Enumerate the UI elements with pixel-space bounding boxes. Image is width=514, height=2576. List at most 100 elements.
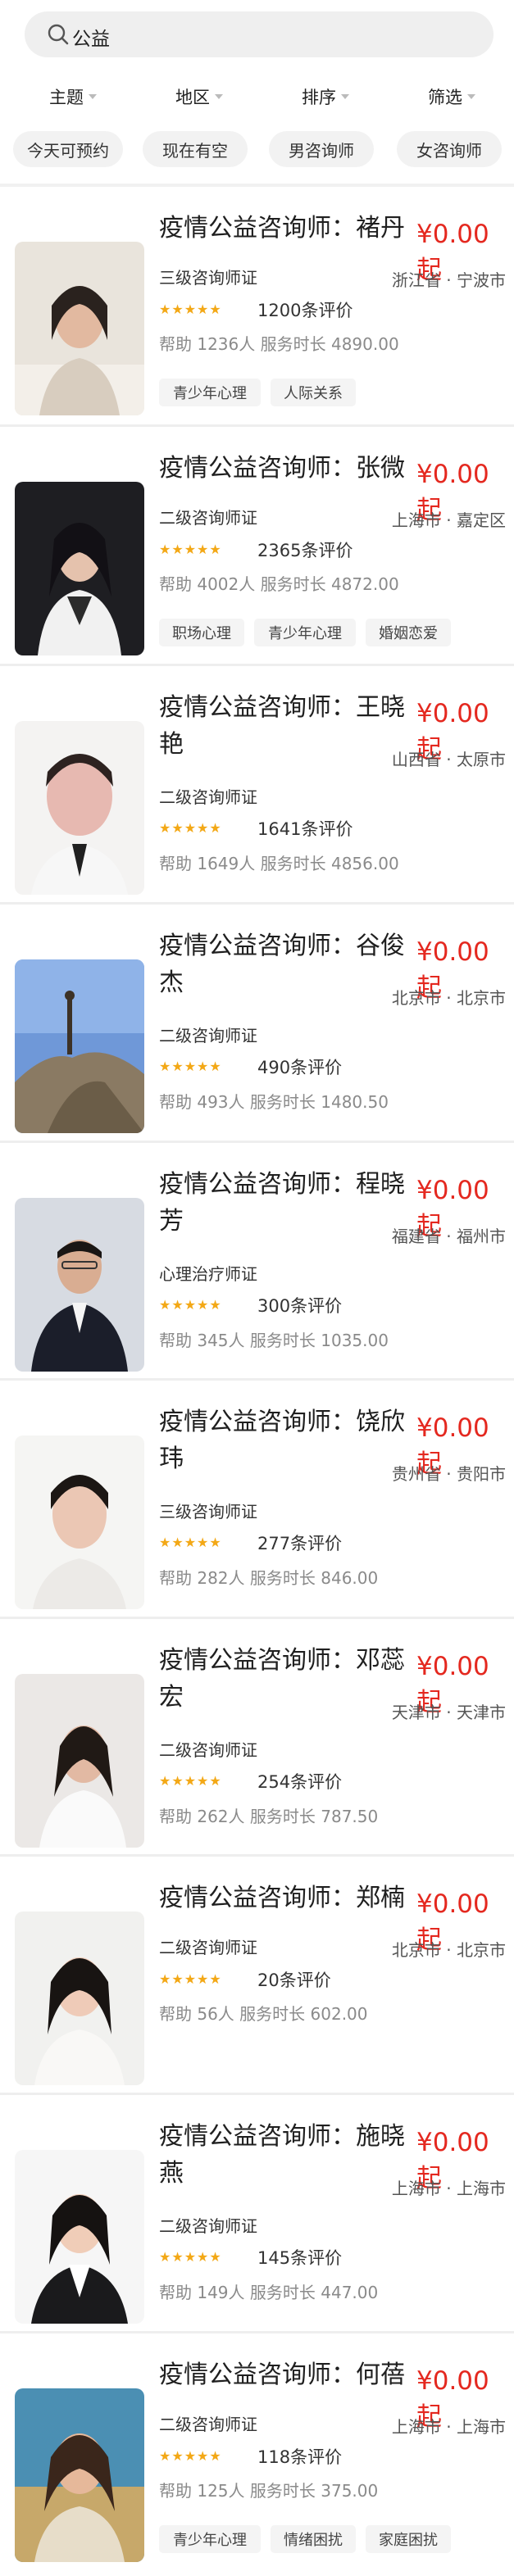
- filter-topic[interactable]: 主题: [49, 80, 97, 113]
- service-duration: 服务时长 375.00: [249, 2481, 379, 2501]
- certificate-label: 三级咨询师证: [159, 268, 257, 288]
- counselor-card[interactable]: 疫情公益咨询师：施晓燕 ¥0.00起 上海市 · 上海市 二级咨询师证 ★★★★…: [0, 2095, 514, 2333]
- certificate-label: 二级咨询师证: [159, 1938, 257, 1957]
- counselor-card[interactable]: 疫情公益咨询师：王晓艳 ¥0.00起 山西省 · 太原市 二级咨询师证 ★★★★…: [0, 666, 514, 904]
- topic-tag[interactable]: 情绪困扰: [271, 2525, 356, 2553]
- chevron-down-icon: [89, 94, 97, 99]
- counselor-card[interactable]: 疫情公益咨询师：谷俊杰 ¥0.00起 北京市 · 北京市 二级咨询师证 ★★★★…: [0, 905, 514, 1142]
- service-duration: 服务时长 1480.50: [249, 1092, 389, 1112]
- review-count: 490条评价: [257, 1058, 343, 1077]
- helped-count: 帮助 56人: [159, 2004, 234, 2024]
- certificate-label: 二级咨询师证: [159, 2415, 257, 2434]
- region-label: 北京市 · 北京市: [391, 988, 506, 1008]
- filter-sort[interactable]: 排序: [302, 80, 349, 113]
- filter-label: 地区: [175, 88, 210, 107]
- counselor-photo[interactable]: [15, 1674, 144, 1848]
- counselor-name[interactable]: 疫情公益咨询师：郑楠: [159, 1880, 405, 1916]
- counselor-photo[interactable]: [15, 1198, 144, 1372]
- certificate-label: 二级咨询师证: [159, 1740, 257, 1760]
- counselor-name[interactable]: 疫情公益咨询师：褚丹: [159, 210, 405, 247]
- counselor-photo[interactable]: [15, 1435, 144, 1609]
- helped-count: 帮助 1236人: [159, 334, 256, 354]
- counselor-name[interactable]: 疫情公益咨询师：施晓燕: [159, 2118, 405, 2192]
- certificate-label: 二级咨询师证: [159, 508, 257, 528]
- counselor-name[interactable]: 疫情公益咨询师：谷俊杰: [159, 927, 405, 1001]
- topic-tag[interactable]: 青少年心理: [159, 379, 261, 406]
- rating-stars: ★★★★★: [159, 542, 222, 557]
- review-count: 277条评价: [257, 1534, 343, 1553]
- service-duration: 服务时长 447.00: [249, 2283, 379, 2302]
- rating-stars: ★★★★★: [159, 2249, 222, 2265]
- filter-label: 筛选: [428, 88, 462, 107]
- filter-label: 主题: [49, 88, 84, 107]
- rating-stars: ★★★★★: [159, 1535, 222, 1550]
- certificate-label: 二级咨询师证: [159, 2216, 257, 2236]
- quick-filter-available-today[interactable]: 今天可预约: [13, 131, 123, 167]
- counselor-name[interactable]: 疫情公益咨询师：张微: [159, 450, 405, 487]
- certificate-label: 二级咨询师证: [159, 787, 257, 807]
- service-duration: 服务时长 787.50: [249, 1807, 379, 1826]
- filter-region[interactable]: 地区: [175, 80, 223, 113]
- region-label: 上海市 · 嘉定区: [391, 510, 506, 530]
- certificate-label: 三级咨询师证: [159, 1502, 257, 1522]
- search-bar[interactable]: 公益: [25, 11, 494, 57]
- counselor-photo[interactable]: [15, 2150, 144, 2324]
- helped-count: 帮助 125人: [159, 2481, 245, 2501]
- counselor-photo[interactable]: [15, 1912, 144, 2085]
- service-stats: 帮助 345人 服务时长 1035.00: [159, 1327, 389, 1351]
- rating-stars: ★★★★★: [159, 1059, 222, 1074]
- region-label: 福建省 · 福州市: [391, 1227, 506, 1246]
- counselor-name[interactable]: 疫情公益咨询师：邓蕊宏: [159, 1642, 405, 1716]
- counselor-photo[interactable]: [15, 2388, 144, 2562]
- counselor-photo[interactable]: [15, 482, 144, 655]
- counselor-card[interactable]: 疫情公益咨询师：何蓓 ¥0.00起 上海市 · 上海市 二级咨询师证 ★★★★★…: [0, 2333, 514, 2571]
- quick-filter-female[interactable]: 女咨询师: [397, 131, 502, 167]
- rating-stars: ★★★★★: [159, 1773, 222, 1789]
- counselor-name[interactable]: 疫情公益咨询师：饶欣玮: [159, 1404, 405, 1477]
- counselor-card[interactable]: 疫情公益咨询师：程晓芳 ¥0.00起 福建省 · 福州市 心理治疗师证 ★★★★…: [0, 1143, 514, 1381]
- filter-screen[interactable]: 筛选: [428, 80, 475, 113]
- region-label: 天津市 · 天津市: [391, 1703, 506, 1722]
- search-input[interactable]: 公益: [72, 23, 110, 51]
- region-label: 浙江省 · 宁波市: [391, 270, 506, 290]
- topic-tag[interactable]: 青少年心理: [159, 2525, 261, 2553]
- service-stats: 帮助 56人 服务时长 602.00: [159, 2001, 368, 2025]
- counselor-name[interactable]: 疫情公益咨询师：程晓芳: [159, 1166, 405, 1240]
- helped-count: 帮助 282人: [159, 1568, 245, 1588]
- filter-bar: 主题 地区 排序 筛选: [0, 80, 514, 113]
- service-duration: 服务时长 602.00: [239, 2004, 368, 2024]
- counselor-photo[interactable]: [15, 721, 144, 895]
- counselor-card[interactable]: 疫情公益咨询师：褚丹 ¥0.00起 浙江省 · 宁波市 三级咨询师证 ★★★★★…: [0, 187, 514, 424]
- counselor-name[interactable]: 疫情公益咨询师：何蓓: [159, 2356, 405, 2393]
- counselor-card[interactable]: 疫情公益咨询师：饶欣玮 ¥0.00起 贵州省 · 贵阳市 三级咨询师证 ★★★★…: [0, 1381, 514, 1618]
- helped-count: 帮助 345人: [159, 1331, 245, 1350]
- helped-count: 帮助 149人: [159, 2283, 245, 2302]
- counselor-card[interactable]: 疫情公益咨询师：郑楠 ¥0.00起 北京市 · 北京市 二级咨询师证 ★★★★★…: [0, 1857, 514, 2094]
- quick-filter-male[interactable]: 男咨询师: [269, 131, 374, 167]
- quick-filter-row: 今天可预约 现在有空 男咨询师 女咨询师: [0, 131, 514, 169]
- counselor-name[interactable]: 疫情公益咨询师：王晓艳: [159, 689, 405, 763]
- counselor-photo[interactable]: [15, 959, 144, 1133]
- certificate-label: 二级咨询师证: [159, 1026, 257, 1045]
- topic-tag[interactable]: 家庭困扰: [366, 2525, 451, 2553]
- review-count: 118条评价: [257, 2447, 343, 2467]
- service-stats: 帮助 262人 服务时长 787.50: [159, 1803, 378, 1827]
- helped-count: 帮助 1649人: [159, 854, 256, 873]
- service-duration: 服务时长 4856.00: [260, 854, 399, 873]
- topic-tag[interactable]: 青少年心理: [254, 619, 356, 646]
- counselor-card[interactable]: 疫情公益咨询师：邓蕊宏 ¥0.00起 天津市 · 天津市 二级咨询师证 ★★★★…: [0, 1619, 514, 1857]
- review-count: 2365条评价: [257, 541, 353, 560]
- service-stats: 帮助 1236人 服务时长 4890.00: [159, 331, 399, 355]
- review-count: 254条评价: [257, 1772, 343, 1792]
- quick-filter-free-now[interactable]: 现在有空: [143, 131, 248, 167]
- counselor-card[interactable]: 疫情公益咨询师：张微 ¥0.00起 上海市 · 嘉定区 二级咨询师证 ★★★★★…: [0, 427, 514, 664]
- status-bar: [0, 0, 514, 8]
- counselor-photo[interactable]: [15, 242, 144, 415]
- review-count: 1641条评价: [257, 819, 353, 839]
- service-duration: 服务时长 846.00: [249, 1568, 379, 1588]
- region-label: 上海市 · 上海市: [391, 2417, 506, 2437]
- topic-tag[interactable]: 婚姻恋爱: [366, 619, 451, 646]
- topic-tag[interactable]: 职场心理: [159, 619, 244, 646]
- chevron-down-icon: [467, 94, 475, 99]
- topic-tag[interactable]: 人际关系: [271, 379, 356, 406]
